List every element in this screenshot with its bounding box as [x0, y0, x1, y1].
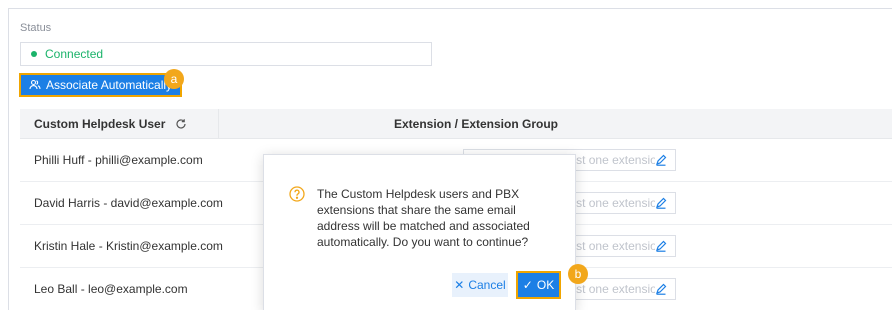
status-value: Connected [45, 47, 104, 61]
refresh-icon[interactable] [175, 118, 187, 130]
check-icon: ✓ [522, 278, 533, 292]
table-header: Custom Helpdesk User Extension / Extensi… [20, 108, 892, 139]
edit-icon[interactable] [655, 283, 667, 295]
edit-icon[interactable] [655, 240, 667, 252]
status-dot-icon [31, 51, 37, 57]
confirm-dialog: The Custom Helpdesk users and PBX extens… [263, 154, 576, 310]
column-header-user: Custom Helpdesk User [20, 117, 210, 131]
cancel-label: Cancel [468, 278, 506, 292]
close-icon: ✕ [454, 278, 465, 292]
cancel-button[interactable]: ✕ Cancel [452, 273, 508, 297]
column-header-user-label: Custom Helpdesk User [34, 116, 166, 131]
ok-label: OK [536, 278, 555, 292]
associate-automatically-button[interactable]: Associate Automatically [19, 73, 183, 97]
annotation-marker-b: b [568, 264, 588, 284]
status-field: Connected [20, 42, 432, 66]
associate-automatically-label: Associate Automatically [46, 78, 173, 92]
edit-icon[interactable] [655, 154, 667, 166]
users-icon [29, 79, 41, 91]
edit-icon[interactable] [655, 197, 667, 209]
status-label: Status [20, 22, 52, 34]
annotation-marker-a: a [164, 69, 184, 89]
ok-button[interactable]: ✓ OK [516, 271, 561, 299]
column-header-extension: Extension / Extension Group [393, 116, 559, 131]
dialog-message: The Custom Helpdesk users and PBX extens… [317, 187, 530, 249]
question-circle-icon [289, 186, 305, 202]
